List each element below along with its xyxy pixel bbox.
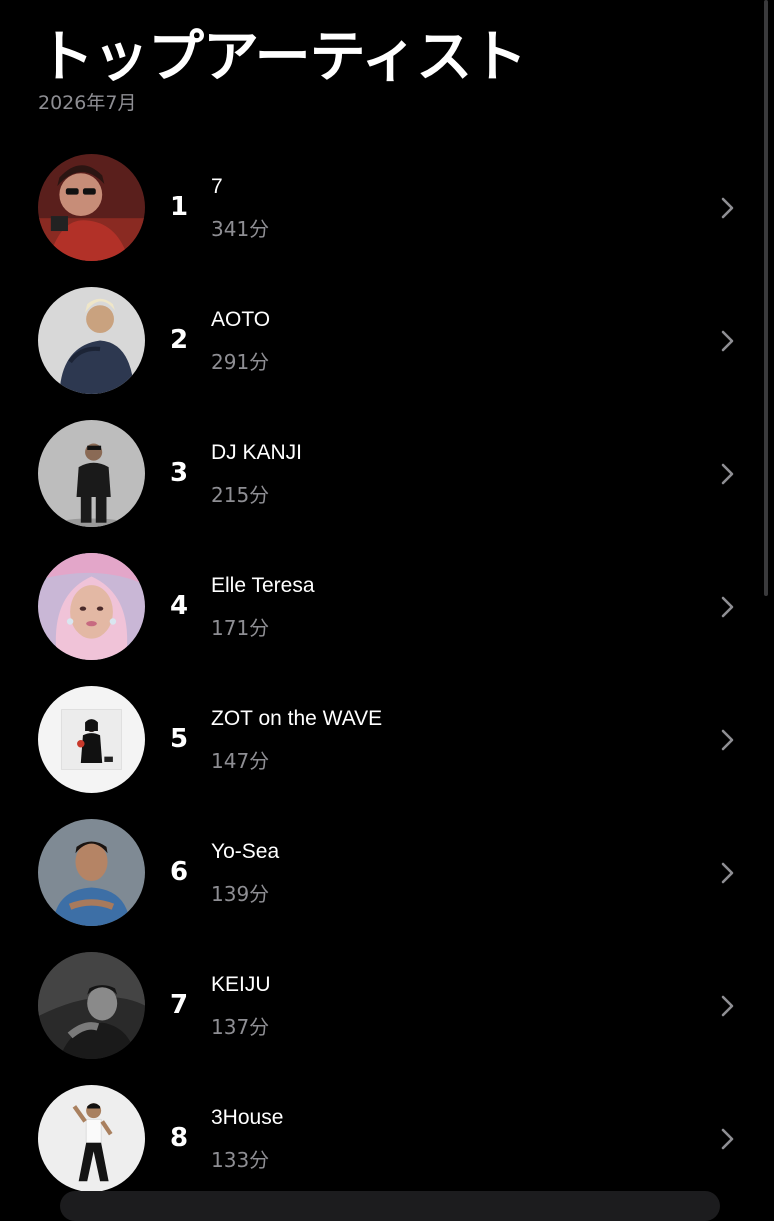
- chevron-right-icon: [721, 995, 734, 1017]
- artist-row[interactable]: 6 Yo-Sea 139分: [0, 807, 774, 940]
- artist-rank: 3: [169, 458, 189, 488]
- artist-row[interactable]: 1 7 341分: [0, 142, 774, 275]
- artist-listening-minutes: 215分: [211, 483, 270, 507]
- artist-row[interactable]: 4 Elle Teresa 171分: [0, 541, 774, 674]
- artist-rank: 2: [169, 325, 189, 355]
- artist-name: KEIJU: [211, 973, 271, 996]
- artist-avatar: [38, 686, 145, 793]
- artist-avatar: [38, 553, 145, 660]
- artist-rank: 1: [169, 192, 189, 222]
- artist-avatar: [38, 1085, 145, 1192]
- artist-listening-minutes: 147分: [211, 749, 270, 773]
- page-header: トップアーティスト 2026年7月: [38, 18, 527, 116]
- artist-row[interactable]: 7 KEIJU 137分: [0, 940, 774, 1073]
- vertical-scrollbar[interactable]: [764, 0, 768, 596]
- artist-rank: 7: [169, 990, 189, 1020]
- chevron-right-icon: [721, 862, 734, 884]
- artist-name: AOTO: [211, 308, 271, 331]
- artist-row[interactable]: 3 DJ KANJI 215分: [0, 408, 774, 541]
- top-artists-list: 1 7 341分 2 AOTO 291分 3 DJ KANJI 215分 4 E…: [0, 142, 774, 1206]
- artist-rank: 4: [169, 591, 189, 621]
- artist-name: Elle Teresa: [211, 574, 315, 597]
- artist-name: 7: [211, 175, 223, 198]
- artist-listening-minutes: 341分: [211, 217, 270, 241]
- chevron-right-icon: [721, 463, 734, 485]
- chevron-right-icon: [721, 729, 734, 751]
- chevron-right-icon: [721, 330, 734, 352]
- artist-row[interactable]: 5 ZOT on the WAVE 147分: [0, 674, 774, 807]
- artist-name: DJ KANJI: [211, 441, 303, 464]
- artist-name: 3House: [211, 1106, 284, 1129]
- artist-listening-minutes: 291分: [211, 350, 270, 374]
- artist-rank: 6: [169, 857, 189, 887]
- artist-name: ZOT on the WAVE: [211, 707, 383, 730]
- artist-avatar: [38, 819, 145, 926]
- artist-avatar: [38, 420, 145, 527]
- artist-listening-minutes: 171分: [211, 616, 270, 640]
- artist-avatar: [38, 952, 145, 1059]
- artist-row[interactable]: 2 AOTO 291分: [0, 275, 774, 408]
- artist-avatar: [38, 154, 145, 261]
- artist-name: Yo-Sea: [211, 840, 280, 863]
- artist-avatar: [38, 287, 145, 394]
- page-title: トップアーティスト: [38, 25, 527, 90]
- artist-listening-minutes: 137分: [211, 1015, 270, 1039]
- bottom-mini-player[interactable]: [60, 1191, 720, 1221]
- artist-rank: 8: [169, 1123, 189, 1153]
- chevron-right-icon: [721, 197, 734, 219]
- artist-listening-minutes: 133分: [211, 1148, 270, 1172]
- chevron-right-icon: [721, 596, 734, 618]
- chevron-right-icon: [721, 1128, 734, 1150]
- artist-listening-minutes: 139分: [211, 882, 270, 906]
- artist-rank: 5: [169, 724, 189, 754]
- artist-row[interactable]: 8 3House 133分: [0, 1073, 774, 1206]
